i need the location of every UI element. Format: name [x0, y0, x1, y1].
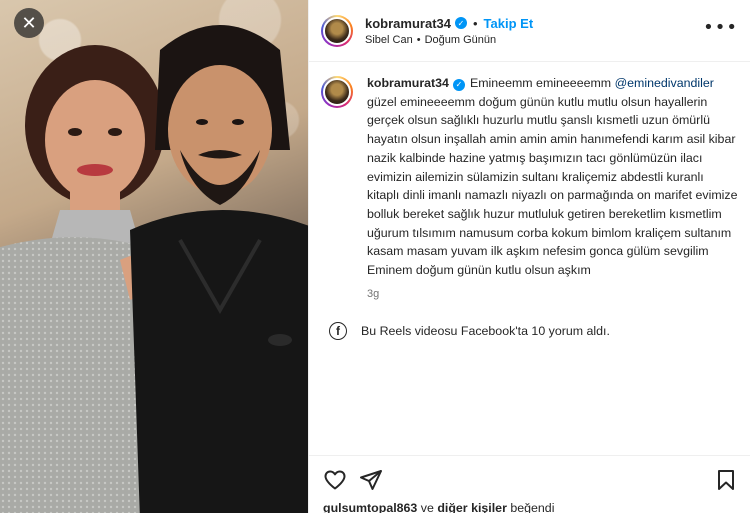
caption-text: kobramurat34 ✓ Emineemm emineeeemm @emined…: [367, 74, 738, 280]
caption-body: kobramurat34 ✓ Emineemm emineeeemm @emined…: [367, 74, 738, 300]
post-actions: [309, 455, 750, 495]
audio-artist[interactable]: Sibel Can: [365, 34, 413, 46]
likes-suffix: beğendi: [510, 501, 555, 513]
post-media[interactable]: ✕: [0, 0, 308, 513]
liked-by-user[interactable]: gulsumtopal863: [323, 501, 417, 513]
caption-avatar[interactable]: [321, 76, 353, 108]
close-button[interactable]: ✕: [14, 8, 44, 38]
post-time[interactable]: 3g: [367, 288, 738, 300]
like-heart-icon[interactable]: [323, 468, 347, 492]
separator-dot: •: [416, 33, 421, 46]
caption-section: kobramurat34 ✓ Emineemm emineeeemm @emined…: [309, 62, 750, 300]
facebook-comments-text: Bu Reels videosu Facebook'ta 10 yorum al…: [361, 323, 610, 338]
follow-button[interactable]: Takip Et: [484, 16, 534, 31]
verified-badge-icon: ✓: [452, 79, 465, 92]
likes-summary: gulsumtopal863 ve diğer kişiler beğendi: [323, 501, 554, 513]
facebook-icon: f: [329, 321, 347, 340]
save-bookmark-icon[interactable]: [714, 468, 738, 492]
audio-track[interactable]: Doğum Günün: [425, 34, 497, 46]
liked-by-others[interactable]: diğer kişiler: [437, 501, 507, 513]
close-icon: ✕: [21, 12, 37, 34]
verified-badge-icon: ✓: [454, 17, 467, 29]
photo-man: [130, 25, 308, 513]
post-modal: ✕ kobramurat34 ✓ • Takip Et Sibel Can • …: [0, 0, 750, 513]
author-username[interactable]: kobramurat34: [365, 16, 451, 31]
caption-username[interactable]: kobramurat34: [367, 76, 449, 90]
header-row-user: kobramurat34 ✓ • Takip Et: [365, 16, 533, 31]
header-row-audio: Sibel Can • Doğum Günün: [365, 34, 533, 46]
caption-mention[interactable]: @eminedivandiler: [615, 76, 714, 90]
header-meta: kobramurat34 ✓ • Takip Et Sibel Can • Do…: [365, 16, 533, 46]
facebook-comments-row: f Bu Reels videosu Facebook'ta 10 yorum …: [309, 300, 750, 340]
share-send-icon[interactable]: [359, 468, 383, 492]
likes-and: ve: [420, 501, 434, 513]
caption-text-rest: güzel emineeeemm doğum günün kutlu mutlu…: [367, 94, 738, 278]
separator-dot: •: [472, 15, 478, 31]
author-avatar[interactable]: [321, 14, 353, 47]
post-panel: kobramurat34 ✓ • Takip Et Sibel Can • Do…: [308, 0, 750, 513]
post-header: kobramurat34 ✓ • Takip Et Sibel Can • Do…: [309, 0, 750, 62]
more-options-button[interactable]: •••: [703, 17, 738, 44]
caption-text-start: Emineemm emineeeemm: [469, 76, 615, 90]
